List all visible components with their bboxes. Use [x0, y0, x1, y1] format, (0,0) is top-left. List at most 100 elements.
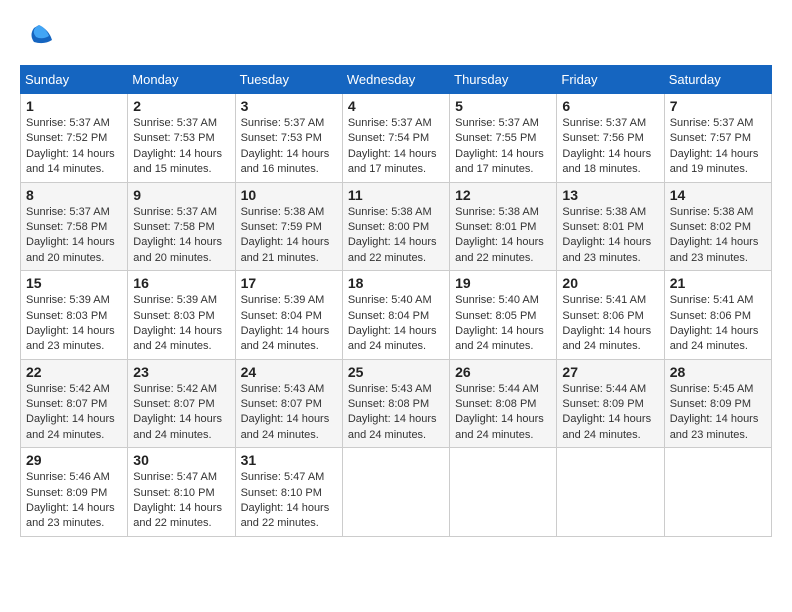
calendar-cell: 11 Sunrise: 5:38 AMSunset: 8:00 PMDaylig… [342, 182, 449, 271]
day-number: 3 [241, 98, 337, 114]
day-info: Sunrise: 5:44 AMSunset: 8:08 PMDaylight:… [455, 382, 551, 444]
calendar-table: SundayMondayTuesdayWednesdayThursdayFrid… [20, 65, 772, 537]
day-number: 20 [562, 275, 658, 291]
day-number: 2 [133, 98, 229, 114]
header-row: SundayMondayTuesdayWednesdayThursdayFrid… [21, 66, 772, 94]
day-info: Sunrise: 5:40 AMSunset: 8:04 PMDaylight:… [348, 293, 444, 355]
day-info: Sunrise: 5:39 AMSunset: 8:03 PMDaylight:… [26, 293, 122, 355]
day-info: Sunrise: 5:43 AMSunset: 8:08 PMDaylight:… [348, 382, 444, 444]
calendar-cell [450, 448, 557, 537]
day-info: Sunrise: 5:42 AMSunset: 8:07 PMDaylight:… [26, 382, 122, 444]
calendar-cell [557, 448, 664, 537]
day-info: Sunrise: 5:38 AMSunset: 8:01 PMDaylight:… [455, 205, 551, 267]
week-row-5: 29 Sunrise: 5:46 AMSunset: 8:09 PMDaylig… [21, 448, 772, 537]
calendar-cell: 19 Sunrise: 5:40 AMSunset: 8:05 PMDaylig… [450, 271, 557, 360]
day-number: 30 [133, 452, 229, 468]
calendar-cell: 13 Sunrise: 5:38 AMSunset: 8:01 PMDaylig… [557, 182, 664, 271]
day-info: Sunrise: 5:41 AMSunset: 8:06 PMDaylight:… [670, 293, 766, 355]
day-info: Sunrise: 5:37 AMSunset: 7:52 PMDaylight:… [26, 116, 122, 178]
header-day-friday: Friday [557, 66, 664, 94]
day-info: Sunrise: 5:38 AMSunset: 8:02 PMDaylight:… [670, 205, 766, 267]
day-number: 31 [241, 452, 337, 468]
calendar-cell: 8 Sunrise: 5:37 AMSunset: 7:58 PMDayligh… [21, 182, 128, 271]
day-info: Sunrise: 5:37 AMSunset: 7:54 PMDaylight:… [348, 116, 444, 178]
day-info: Sunrise: 5:45 AMSunset: 8:09 PMDaylight:… [670, 382, 766, 444]
calendar-cell: 25 Sunrise: 5:43 AMSunset: 8:08 PMDaylig… [342, 359, 449, 448]
day-number: 7 [670, 98, 766, 114]
calendar-cell: 1 Sunrise: 5:37 AMSunset: 7:52 PMDayligh… [21, 94, 128, 183]
week-row-1: 1 Sunrise: 5:37 AMSunset: 7:52 PMDayligh… [21, 94, 772, 183]
day-info: Sunrise: 5:39 AMSunset: 8:03 PMDaylight:… [133, 293, 229, 355]
calendar-cell: 2 Sunrise: 5:37 AMSunset: 7:53 PMDayligh… [128, 94, 235, 183]
day-number: 26 [455, 364, 551, 380]
day-info: Sunrise: 5:37 AMSunset: 7:58 PMDaylight:… [133, 205, 229, 267]
day-info: Sunrise: 5:39 AMSunset: 8:04 PMDaylight:… [241, 293, 337, 355]
day-number: 11 [348, 187, 444, 203]
week-row-2: 8 Sunrise: 5:37 AMSunset: 7:58 PMDayligh… [21, 182, 772, 271]
day-number: 17 [241, 275, 337, 291]
day-number: 4 [348, 98, 444, 114]
calendar-cell: 17 Sunrise: 5:39 AMSunset: 8:04 PMDaylig… [235, 271, 342, 360]
calendar-cell: 28 Sunrise: 5:45 AMSunset: 8:09 PMDaylig… [664, 359, 771, 448]
day-info: Sunrise: 5:37 AMSunset: 7:53 PMDaylight:… [241, 116, 337, 178]
day-info: Sunrise: 5:38 AMSunset: 8:01 PMDaylight:… [562, 205, 658, 267]
day-info: Sunrise: 5:40 AMSunset: 8:05 PMDaylight:… [455, 293, 551, 355]
day-number: 6 [562, 98, 658, 114]
header-day-saturday: Saturday [664, 66, 771, 94]
day-number: 27 [562, 364, 658, 380]
day-info: Sunrise: 5:37 AMSunset: 7:53 PMDaylight:… [133, 116, 229, 178]
header-day-tuesday: Tuesday [235, 66, 342, 94]
calendar-cell: 18 Sunrise: 5:40 AMSunset: 8:04 PMDaylig… [342, 271, 449, 360]
logo [20, 20, 54, 55]
day-number: 5 [455, 98, 551, 114]
calendar-cell: 24 Sunrise: 5:43 AMSunset: 8:07 PMDaylig… [235, 359, 342, 448]
day-info: Sunrise: 5:42 AMSunset: 8:07 PMDaylight:… [133, 382, 229, 444]
day-number: 13 [562, 187, 658, 203]
week-row-3: 15 Sunrise: 5:39 AMSunset: 8:03 PMDaylig… [21, 271, 772, 360]
header-day-wednesday: Wednesday [342, 66, 449, 94]
calendar-cell: 6 Sunrise: 5:37 AMSunset: 7:56 PMDayligh… [557, 94, 664, 183]
day-info: Sunrise: 5:46 AMSunset: 8:09 PMDaylight:… [26, 470, 122, 532]
calendar-cell: 27 Sunrise: 5:44 AMSunset: 8:09 PMDaylig… [557, 359, 664, 448]
day-number: 10 [241, 187, 337, 203]
logo-text [20, 20, 54, 55]
week-row-4: 22 Sunrise: 5:42 AMSunset: 8:07 PMDaylig… [21, 359, 772, 448]
day-info: Sunrise: 5:41 AMSunset: 8:06 PMDaylight:… [562, 293, 658, 355]
day-number: 18 [348, 275, 444, 291]
day-number: 8 [26, 187, 122, 203]
calendar-cell: 26 Sunrise: 5:44 AMSunset: 8:08 PMDaylig… [450, 359, 557, 448]
calendar-cell: 9 Sunrise: 5:37 AMSunset: 7:58 PMDayligh… [128, 182, 235, 271]
header [20, 20, 772, 55]
calendar-cell: 7 Sunrise: 5:37 AMSunset: 7:57 PMDayligh… [664, 94, 771, 183]
day-info: Sunrise: 5:38 AMSunset: 7:59 PMDaylight:… [241, 205, 337, 267]
day-number: 25 [348, 364, 444, 380]
day-number: 12 [455, 187, 551, 203]
calendar-cell: 12 Sunrise: 5:38 AMSunset: 8:01 PMDaylig… [450, 182, 557, 271]
page-container: SundayMondayTuesdayWednesdayThursdayFrid… [20, 20, 772, 537]
day-info: Sunrise: 5:38 AMSunset: 8:00 PMDaylight:… [348, 205, 444, 267]
header-day-monday: Monday [128, 66, 235, 94]
day-info: Sunrise: 5:47 AMSunset: 8:10 PMDaylight:… [241, 470, 337, 532]
calendar-cell [664, 448, 771, 537]
day-number: 24 [241, 364, 337, 380]
day-number: 15 [26, 275, 122, 291]
day-number: 19 [455, 275, 551, 291]
day-number: 9 [133, 187, 229, 203]
calendar-cell: 30 Sunrise: 5:47 AMSunset: 8:10 PMDaylig… [128, 448, 235, 537]
calendar-cell: 29 Sunrise: 5:46 AMSunset: 8:09 PMDaylig… [21, 448, 128, 537]
header-day-sunday: Sunday [21, 66, 128, 94]
day-info: Sunrise: 5:37 AMSunset: 7:55 PMDaylight:… [455, 116, 551, 178]
day-number: 14 [670, 187, 766, 203]
day-info: Sunrise: 5:47 AMSunset: 8:10 PMDaylight:… [133, 470, 229, 532]
day-number: 23 [133, 364, 229, 380]
day-number: 16 [133, 275, 229, 291]
day-number: 21 [670, 275, 766, 291]
calendar-cell: 23 Sunrise: 5:42 AMSunset: 8:07 PMDaylig… [128, 359, 235, 448]
calendar-cell: 15 Sunrise: 5:39 AMSunset: 8:03 PMDaylig… [21, 271, 128, 360]
calendar-cell: 5 Sunrise: 5:37 AMSunset: 7:55 PMDayligh… [450, 94, 557, 183]
day-info: Sunrise: 5:43 AMSunset: 8:07 PMDaylight:… [241, 382, 337, 444]
calendar-cell: 31 Sunrise: 5:47 AMSunset: 8:10 PMDaylig… [235, 448, 342, 537]
day-info: Sunrise: 5:44 AMSunset: 8:09 PMDaylight:… [562, 382, 658, 444]
day-number: 1 [26, 98, 122, 114]
header-day-thursday: Thursday [450, 66, 557, 94]
